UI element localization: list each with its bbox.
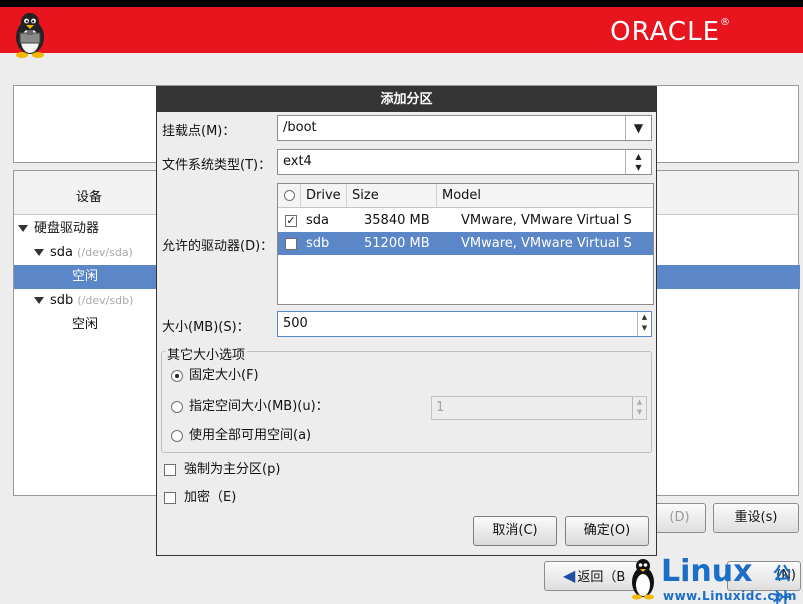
tree-item-label: 空闲 xyxy=(72,269,99,284)
tree-item-label: sdb xyxy=(50,293,74,308)
fixed-size-label: 固定大小(F) xyxy=(189,368,259,383)
mount-point-combo[interactable]: /boot ▼ xyxy=(277,115,652,141)
other-size-options-legend: 其它大小选项 xyxy=(165,344,248,363)
tree-item-label: 硬盘驱动器 xyxy=(34,221,100,236)
tree-item-hard-drives[interactable]: 硬盘驱动器 xyxy=(14,217,157,241)
fixed-size-radio[interactable]: 固定大小(F) xyxy=(171,366,259,386)
device-column-label: 设备 xyxy=(76,190,103,205)
empty-checkbox-icon[interactable] xyxy=(164,491,176,504)
drive-row-sdb[interactable]: sdb 51200 MB VMware, VMware Virtual S xyxy=(278,232,653,255)
radio-unselected-icon[interactable] xyxy=(171,429,183,442)
delete-button: (D) xyxy=(653,503,706,533)
oracle-logo: ORACLE® xyxy=(610,17,731,47)
force-primary-checkbox[interactable]: 強制为主分区(p) xyxy=(164,460,280,480)
checkmark-icon[interactable]: ✓ xyxy=(285,214,297,227)
drive-list-header: Drive Size Model xyxy=(278,184,653,208)
fs-type-label: 文件系统类型(T)： xyxy=(162,158,272,173)
ok-button[interactable]: 确定(O) xyxy=(565,516,649,546)
expander-triangle-icon[interactable] xyxy=(18,225,28,232)
device-path: (/dev/sda) xyxy=(77,246,133,259)
empty-checkbox-icon[interactable] xyxy=(164,463,176,476)
fs-type-value: ext4 xyxy=(283,154,312,169)
fill-up-to-spinbox: 1 ▲ ▼ xyxy=(431,396,647,420)
tree-item-label: 空闲 xyxy=(72,317,99,332)
mount-point-label: 挂载点(M)： xyxy=(162,124,236,139)
encrypt-label: 加密（E) xyxy=(184,490,237,505)
fill-max-radio[interactable]: 使用全部可用空间(a) xyxy=(171,426,311,446)
size-value: 500 xyxy=(283,316,308,331)
size-label: 大小(MB)(S)： xyxy=(162,320,250,335)
expander-triangle-icon[interactable] xyxy=(34,249,44,256)
encrypt-checkbox[interactable]: 加密（E) xyxy=(164,488,236,508)
penguin-watermark-icon xyxy=(632,559,654,600)
expander-triangle-icon[interactable] xyxy=(34,297,44,304)
drive-model: VMware, VMware Virtual S xyxy=(461,236,632,251)
fill-up-to-radio[interactable]: 指定空间大小(MB)(u)： xyxy=(171,397,329,417)
drive-checkbox[interactable]: ✓ xyxy=(285,209,297,232)
drive-model: VMware, VMware Virtual S xyxy=(461,213,632,228)
select-all-header[interactable] xyxy=(278,184,300,207)
dialog-title: 添加分区 xyxy=(157,87,656,112)
drive-size: 51200 MB xyxy=(364,236,430,251)
back-button-label: 返回（B xyxy=(577,570,626,585)
spin-arrows-icon[interactable]: ▲ ▼ xyxy=(637,312,651,336)
column-model[interactable]: Model xyxy=(436,184,655,207)
fill-max-label: 使用全部可用空间(a) xyxy=(189,428,312,443)
radio-selected-icon[interactable] xyxy=(171,369,183,382)
size-spinbox[interactable]: 500 ▲ ▼ xyxy=(277,311,652,337)
header-checkbox-icon[interactable] xyxy=(284,190,295,201)
allowed-drives-list[interactable]: Drive Size Model ✓ sda 35840 MB VMware, … xyxy=(277,183,654,305)
mount-point-value: /boot xyxy=(283,120,317,135)
drive-row-sda[interactable]: ✓ sda 35840 MB VMware, VMware Virtual S xyxy=(278,209,653,232)
tree-item-sda[interactable]: sda (/dev/sda) xyxy=(14,241,157,265)
empty-checkbox-icon[interactable] xyxy=(285,237,297,250)
back-arrow-icon: ◀ xyxy=(563,566,576,585)
device-path: (/dev/sdb) xyxy=(77,294,134,307)
column-drive[interactable]: Drive xyxy=(300,184,346,207)
chevron-down-icon[interactable]: ▼ xyxy=(625,116,651,140)
fill-up-to-value: 1 xyxy=(436,400,445,415)
tux-penguin-logo xyxy=(16,13,44,58)
radio-unselected-icon[interactable] xyxy=(171,400,183,413)
allowed-drives-label: 允许的驱动器(D)： xyxy=(162,239,274,254)
watermark-linux-text: Linux xyxy=(661,554,753,589)
back-button[interactable]: ◀ 返回（B xyxy=(544,561,640,591)
drive-size: 35840 MB xyxy=(364,213,430,228)
top-black-strip xyxy=(0,0,803,7)
cancel-button[interactable]: 取消(C) xyxy=(473,516,557,546)
spin-arrows-icon: ▲ ▼ xyxy=(632,397,646,419)
drive-name: sdb xyxy=(306,236,330,251)
add-partition-dialog: 添加分区 挂载点(M)： /boot ▼ 文件系统类型(T)： ext4 ▲ ▼ … xyxy=(156,86,657,556)
tree-item-sdb-free[interactable]: 空闲 xyxy=(14,313,157,337)
tree-item-sdb[interactable]: sdb (/dev/sdb) xyxy=(14,289,157,313)
tree-item-label: sda xyxy=(50,245,73,260)
drive-name: sda xyxy=(306,213,329,228)
updown-arrows-icon[interactable]: ▲ ▼ xyxy=(625,150,651,174)
reset-button[interactable]: 重设(s) xyxy=(713,503,799,533)
fs-type-select[interactable]: ext4 ▲ ▼ xyxy=(277,149,652,175)
fill-up-to-label: 指定空间大小(MB)(u)： xyxy=(189,399,329,414)
linuxidc-watermark: Linux 公社 www.Linuxidc.com xyxy=(628,554,803,604)
watermark-url: www.Linuxidc.com xyxy=(663,589,797,603)
drive-checkbox[interactable] xyxy=(285,232,297,255)
header-banner: ORACLE® xyxy=(0,7,803,58)
force-primary-label: 強制为主分区(p) xyxy=(184,462,281,477)
column-size[interactable]: Size xyxy=(346,184,436,207)
